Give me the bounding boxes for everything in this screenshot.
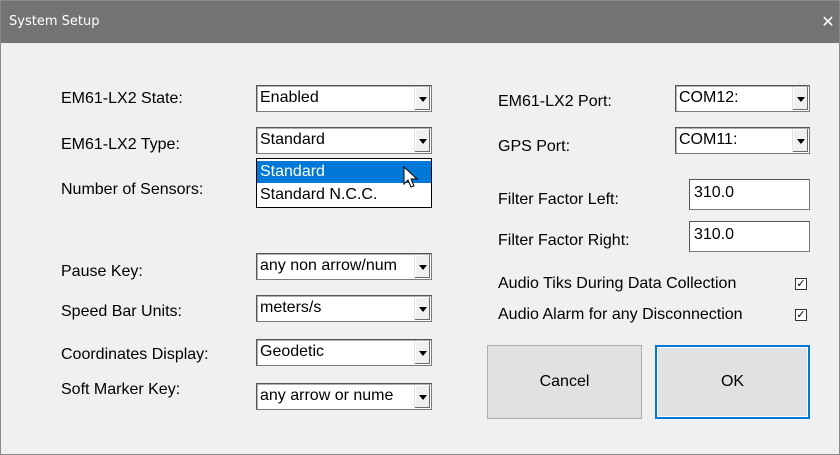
mouse-pointer-icon <box>403 166 419 188</box>
speed-bar-units-select[interactable]: meters/s <box>256 295 432 322</box>
cancel-button[interactable]: Cancel <box>487 345 642 419</box>
gps-port-select[interactable]: COM11: <box>675 127 810 154</box>
audio-tiks-label: Audio Tiks During Data Collection <box>498 275 737 292</box>
chevron-down-icon[interactable] <box>792 87 808 110</box>
em61-state-value: Enabled <box>260 89 319 106</box>
em61-port-value: COM12: <box>679 89 739 106</box>
audio-alarm-checkbox[interactable]: ✓ <box>795 309 807 321</box>
coordinates-display-value: Geodetic <box>260 343 325 360</box>
soft-marker-key-value: any arrow or nume <box>260 387 394 404</box>
coordinates-display-label: Coordinates Display: <box>61 346 209 363</box>
gps-port-label: GPS Port: <box>498 138 571 155</box>
chevron-down-icon[interactable] <box>414 297 430 320</box>
gps-port-value: COM11: <box>679 131 738 148</box>
chevron-down-icon[interactable] <box>792 129 808 152</box>
filter-factor-left-value: 310.0 <box>694 184 735 201</box>
filter-factor-left-label: Filter Factor Left: <box>498 191 619 208</box>
filter-factor-right-value: 310.0 <box>694 226 735 243</box>
em61-port-select[interactable]: COM12: <box>675 85 810 112</box>
em61-type-value: Standard <box>260 131 325 148</box>
close-icon[interactable]: ✕ <box>817 9 839 35</box>
number-of-sensors-label: Number of Sensors: <box>61 181 204 198</box>
em61-port-label: EM61-LX2 Port: <box>498 93 612 110</box>
window-title: System Setup <box>9 14 100 29</box>
filter-factor-left-input[interactable]: 310.0 <box>689 179 810 210</box>
title-bar: System Setup ✕ <box>1 1 839 43</box>
chevron-down-icon[interactable] <box>414 129 430 152</box>
em61-type-select[interactable]: Standard <box>256 127 432 154</box>
soft-marker-key-select[interactable]: any arrow or nume <box>256 383 432 410</box>
chevron-down-icon[interactable] <box>414 385 430 408</box>
chevron-down-icon[interactable] <box>414 341 430 364</box>
audio-alarm-label: Audio Alarm for any Disconnection <box>498 306 743 323</box>
em61-state-label: EM61-LX2 State: <box>61 90 183 107</box>
chevron-down-icon[interactable] <box>414 87 430 110</box>
audio-tiks-checkbox[interactable]: ✓ <box>795 278 807 290</box>
filter-factor-right-label: Filter Factor Right: <box>498 232 630 249</box>
chevron-down-icon[interactable] <box>414 255 430 278</box>
soft-marker-key-label: Soft Marker Key: <box>61 381 181 398</box>
pause-key-select[interactable]: any non arrow/num <box>256 253 432 280</box>
coordinates-display-select[interactable]: Geodetic <box>256 339 432 366</box>
em61-type-label: EM61-LX2 Type: <box>61 136 180 153</box>
ok-button[interactable]: OK <box>655 345 810 419</box>
filter-factor-right-input[interactable]: 310.0 <box>689 221 810 252</box>
system-setup-dialog: System Setup ✕ EM61-LX2 State: Enabled E… <box>0 0 840 455</box>
pause-key-label: Pause Key: <box>61 263 143 280</box>
speed-bar-units-value: meters/s <box>260 299 322 316</box>
em61-state-select[interactable]: Enabled <box>256 85 432 112</box>
pause-key-value: any non arrow/num <box>260 257 397 274</box>
speed-bar-units-label: Speed Bar Units: <box>61 303 182 320</box>
